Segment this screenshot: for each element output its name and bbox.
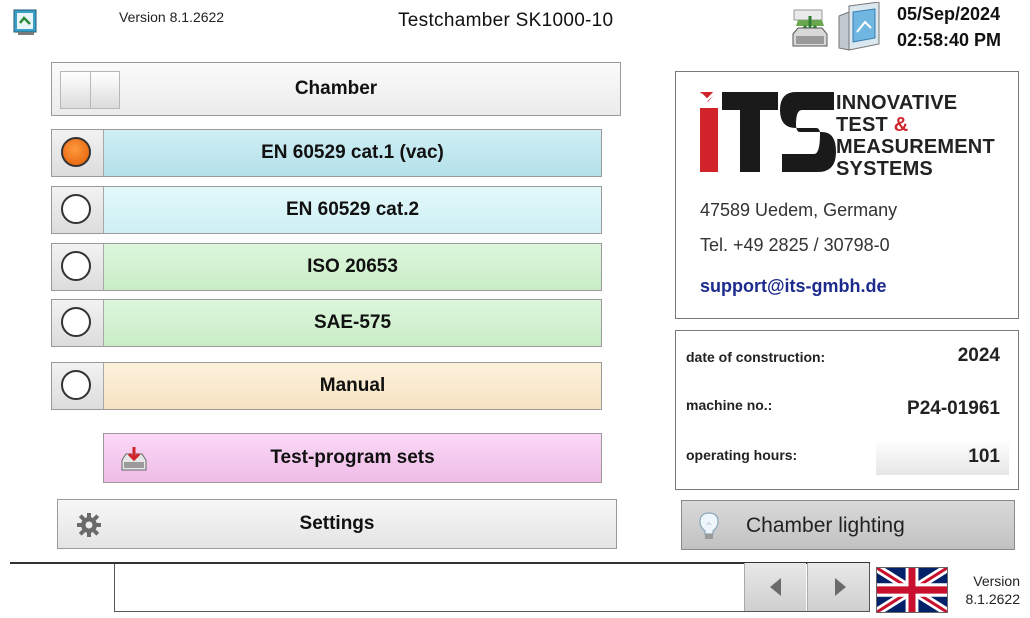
footer-version: Version 8.1.2622 (965, 573, 1021, 607)
operating-hours-value: 101 (968, 446, 1000, 467)
company-phone: Tel. +49 2825 / 30798-0 (700, 235, 890, 255)
next-page-button[interactable] (807, 563, 869, 611)
program-label[interactable]: EN 60529 cat.2 (104, 187, 601, 233)
support-email-link[interactable]: support@its-gmbh.de (700, 276, 887, 297)
construction-date-value: 2024 (957, 345, 1000, 366)
radio-cell[interactable] (52, 363, 104, 409)
company-address: 47589 Uedem, Germany (700, 200, 898, 220)
radio-selected-icon[interactable] (61, 137, 91, 167)
chamber-button[interactable]: Chamber (51, 62, 621, 116)
machine-info-panel: date of construction: 2024 machine no.: … (675, 330, 1019, 490)
uk-flag-language-icon[interactable] (876, 567, 948, 613)
radio-cell[interactable] (52, 187, 104, 233)
page-title: Testchamber SK1000-10 (398, 10, 614, 31)
radio-unselected-icon[interactable] (61, 370, 91, 400)
main-screen: Version 8.1.2622 Testchamber SK1000-10 0… (0, 0, 1030, 618)
time-display: 02:58:40 PM (897, 30, 1002, 50)
test-program-sets-label: Test-program sets (270, 447, 435, 468)
program-row-sae575[interactable]: SAE-575 (51, 299, 602, 347)
program-label[interactable]: ISO 20653 (104, 244, 601, 290)
program-row-iso20653[interactable]: ISO 20653 (51, 243, 602, 291)
construction-date-label: date of construction: (686, 349, 826, 365)
test-program-sets-button[interactable]: Test-program sets (103, 433, 602, 483)
settings-label: Settings (299, 513, 375, 534)
program-row-en60529-cat1[interactable]: EN 60529 cat.1 (vac) (51, 129, 602, 177)
company-logo (700, 90, 836, 172)
light-bulb-icon (699, 512, 719, 539)
radio-cell[interactable] (52, 300, 104, 346)
radio-unselected-icon[interactable] (61, 194, 91, 224)
radio-cell[interactable] (52, 244, 104, 290)
operating-hours-label: operating hours: (686, 447, 798, 463)
settings-button[interactable]: Settings (57, 499, 617, 549)
program-row-en60529-cat2[interactable]: EN 60529 cat.2 (51, 186, 602, 234)
radio-unselected-icon[interactable] (61, 251, 91, 281)
previous-page-button[interactable] (744, 563, 806, 611)
program-label[interactable]: Manual (104, 363, 601, 409)
date-display: 05/Sep/2024 (897, 4, 1001, 24)
chamber-lighting-button[interactable]: Chamber lighting (681, 500, 1015, 550)
radio-cell[interactable] (52, 130, 104, 176)
chamber-button-label: Chamber (294, 78, 378, 99)
company-info-panel: INNOVATIVE TEST & MEASUREMENT SYSTEMS 47… (675, 71, 1019, 319)
version-label: Version 8.1.2622 (119, 9, 225, 25)
company-name: INNOVATIVE TEST & MEASUREMENT SYSTEMS (836, 92, 995, 180)
download-tray-icon[interactable] (790, 8, 830, 48)
radio-unselected-icon[interactable] (61, 307, 91, 337)
program-label[interactable]: EN 60529 cat.1 (vac) (104, 130, 601, 176)
monitor-icon[interactable] (835, 2, 883, 54)
machine-number-label: machine no.: (686, 397, 773, 413)
program-label[interactable]: SAE-575 (104, 300, 601, 346)
machine-number-value: P24-01961 (907, 398, 1000, 419)
program-row-manual[interactable]: Manual (51, 362, 602, 410)
app-icon[interactable] (12, 8, 38, 36)
chamber-lighting-label: Chamber lighting (746, 514, 905, 537)
